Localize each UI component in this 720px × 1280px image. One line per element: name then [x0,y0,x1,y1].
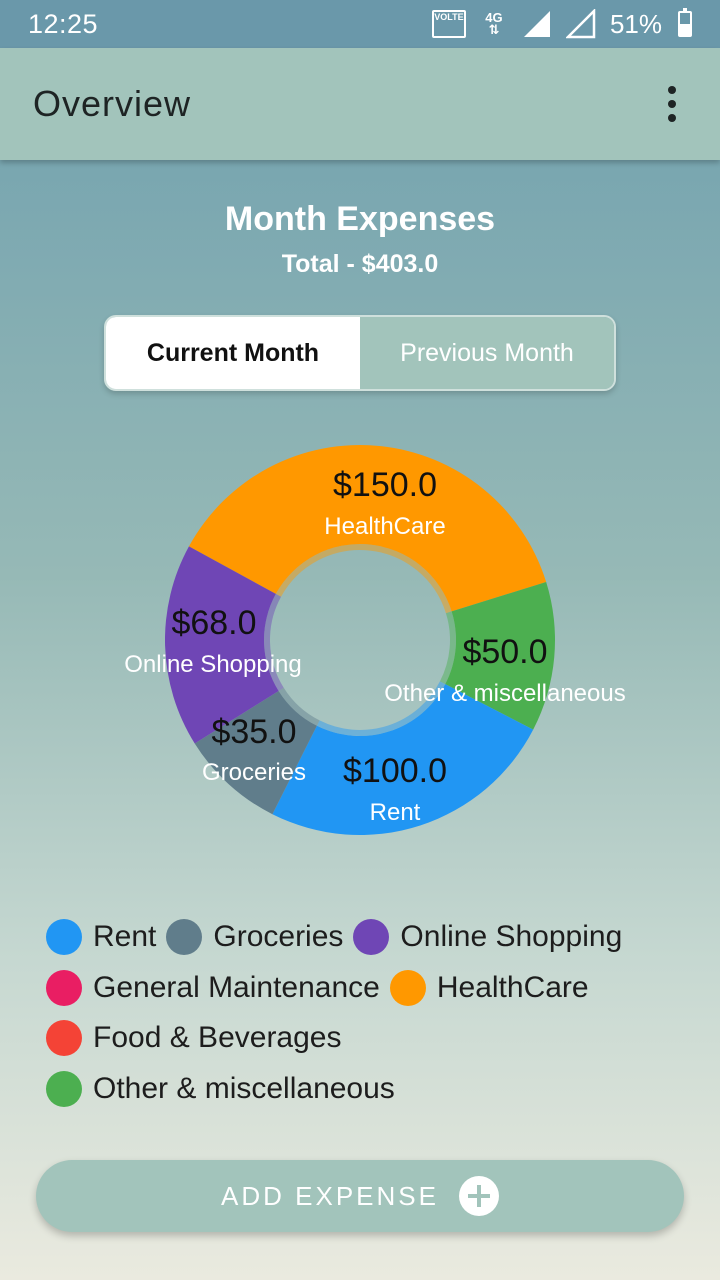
signal-strength-icon [523,11,550,37]
legend-item: HealthCare [389,969,589,1006]
battery-percent: 51% [609,8,662,39]
legend-item: Other & miscellaneous [46,1070,395,1107]
legend-label: HealthCare [436,970,589,1004]
legend-label: Food & Beverages [93,1021,342,1055]
add-circle-icon [458,1176,499,1216]
legend-item: Rent [46,919,157,956]
tab-previous-month[interactable]: Previous Month [360,317,614,389]
summary-title: Month Expenses [224,200,496,238]
legend-row: Food & Beverages [46,1013,706,1064]
slice-category-label: Online Shopping [124,651,301,678]
battery-icon [678,8,692,37]
slice-value-label: $68.0 [171,604,256,642]
status-icons: VOLTE 4G ⇅ 51% [431,8,692,40]
slice-value-label: $150.0 [333,466,437,504]
tab-current-month[interactable]: Current Month [106,317,360,389]
legend-color-dot [166,919,203,956]
legend-color-dot [353,919,390,956]
chart-legend: Rent Groceries Online Shopping General Main… [46,912,706,1114]
legend-item: Online Shopping [353,919,623,956]
app-bar: Overview [0,48,720,160]
slice-category-label: Groceries [202,759,306,786]
network-type-icon: 4G ⇅ [485,10,503,37]
legend-color-dot [46,1020,82,1057]
legend-item: General Maintenance [46,969,380,1006]
legend-label: Groceries [213,920,344,954]
legend-row: Other & miscellaneous [46,1064,706,1115]
status-time: 12:25 [28,8,99,39]
status-bar: 12:25 VOLTE 4G ⇅ 51% [0,0,720,48]
legend-label: Other & miscellaneous [93,1071,395,1105]
legend-item: Food & Beverages [46,1020,342,1057]
legend-label: Online Shopping [400,920,623,954]
legend-color-dot [389,969,426,1006]
battery-level-fill [680,23,690,35]
legend-label: Rent [93,920,157,954]
legend-color-dot [46,969,82,1006]
add-expense-button[interactable]: ADD EXPENSE [36,1160,684,1232]
signal-strength-empty-icon [565,9,596,39]
expense-donut-chart: $150.0 HealthCare $50.0 Other & miscellaneo… [124,445,626,835]
slice-value-label: $35.0 [211,713,296,751]
slice-value-label: $100.0 [343,752,447,790]
legend-color-dot [46,919,82,956]
summary-total: Total - $403.0 [281,250,439,278]
volte-icon: VOLTE [431,10,466,38]
slice-category-label: Other & miscellaneous [384,680,625,707]
legend-row: General Maintenance HealthCare [46,963,706,1014]
more-vert-icon[interactable] [654,80,690,128]
slice-category-label: Rent [370,799,421,826]
legend-item: Groceries [166,919,344,956]
slice-value-label: $50.0 [462,633,547,671]
slice-category-label: HealthCare [324,513,445,540]
add-expense-label: ADD EXPENSE [221,1180,439,1211]
legend-color-dot [46,1070,82,1107]
legend-label: General Maintenance [93,970,380,1004]
app-title: Overview [33,83,192,124]
legend-row: Rent Groceries Online Shopping [46,912,706,963]
month-toggle: Current Month Previous Month [104,315,616,391]
